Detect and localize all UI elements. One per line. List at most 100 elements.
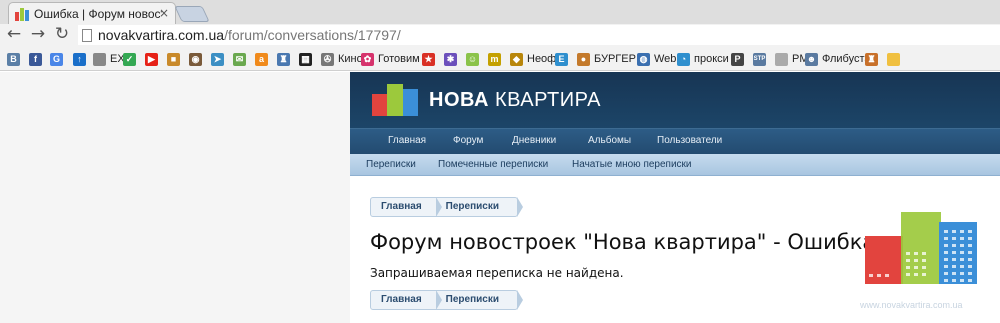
film-icon: ✇ (321, 52, 334, 66)
error-message: Запрашиваемая переписка не найдена. (370, 266, 624, 280)
castle-icon: ♜ (865, 52, 878, 66)
telegram-icon: ➤ (211, 52, 224, 66)
main-content: Главная Переписки Форум новостроек "Нова… (350, 177, 1000, 323)
bookmark-stp[interactable]: STP (753, 52, 766, 66)
forward-icon[interactable]: → (28, 24, 48, 46)
bookmark-m[interactable]: m (488, 52, 501, 66)
logo-buildings-icon[interactable] (372, 84, 420, 116)
globe-icon: ◍ (637, 52, 650, 66)
bookmark-cooking[interactable]: ✿ Готовим (361, 52, 420, 66)
browser-tab[interactable]: Ошибка | Форум новостр × (8, 2, 176, 24)
star-badge-icon: ★ (422, 52, 435, 66)
bookmark-label: БУРГЕР (594, 53, 636, 65)
bookmark-amazon[interactable]: a (255, 52, 268, 66)
bookmark-castle[interactable]: ♜ (865, 52, 878, 66)
bookmark-box[interactable]: ■ (167, 52, 180, 66)
bookmark-flibusta[interactable]: ☻ Флибуста (805, 52, 871, 66)
sub-nav: Переписки Помеченные переписки Начатые м… (350, 154, 1000, 176)
bookmark-youtube[interactable]: ▶ (145, 52, 158, 66)
stp-icon: STP (753, 52, 766, 66)
bookmark-label: Кино (338, 53, 363, 65)
bookmark-arrow-up[interactable]: ↑ (73, 52, 86, 66)
nav-forum[interactable]: Форум (453, 135, 483, 146)
vk-icon: В (7, 52, 20, 66)
bookmark-globe[interactable]: ◍ Web (637, 52, 676, 66)
buildings-illustration (865, 212, 980, 284)
page-icon (775, 52, 788, 66)
back-icon[interactable]: ← (4, 24, 24, 46)
nav-users[interactable]: Пользователи (657, 135, 722, 146)
flibusta-icon: ☻ (805, 52, 818, 66)
url-path: /forum/conversations/17797/ (224, 27, 401, 43)
bookmark-puzzle[interactable]: ✱ (444, 52, 457, 66)
new-tab-button[interactable] (174, 6, 210, 22)
site-watermark: www.novakvartira.com.ua (860, 300, 963, 310)
nav-home[interactable]: Главная (388, 135, 426, 146)
bookmark-elephant[interactable]: ♜ (277, 52, 290, 66)
bookmark-tv[interactable]: ▦ (299, 52, 312, 66)
breadcrumb: Главная Переписки (370, 197, 524, 217)
url-host: novakvartira.com.ua (98, 27, 225, 43)
browser-toolbar: ← → ↻ novakvartira.com.ua /forum/convers… (0, 24, 1000, 46)
bookmark-folder[interactable] (887, 52, 900, 66)
bookmark-translate[interactable]: G (50, 52, 63, 66)
bookmark-telegram[interactable]: ➤ (211, 52, 224, 66)
tab-close-icon[interactable]: × (159, 6, 169, 20)
proxy-icon: ◔ (677, 52, 690, 66)
bookmark-proxy[interactable]: ◔ прокси (677, 52, 729, 66)
android-icon: ☺ (466, 52, 479, 66)
bookmark-facebook[interactable]: f (29, 52, 42, 66)
puzzle-icon: ✱ (444, 52, 457, 66)
bookmark-film[interactable]: ✇ Кино (321, 52, 363, 66)
breadcrumb-home[interactable]: Главная (371, 197, 442, 217)
page-title: Форум новостроек "Нова квартира" - Ошибк… (370, 230, 876, 254)
bookmark-ex[interactable]: EX (93, 52, 125, 66)
p-icon: P (731, 52, 744, 66)
subnav-started-by-me[interactable]: Начатые мною переписки (572, 159, 692, 170)
site-logo[interactable]: НОВА КВАРТИРА (429, 89, 601, 112)
breadcrumb-home[interactable]: Главная (371, 290, 442, 310)
bookmark-mail[interactable]: ✉ (233, 52, 246, 66)
bookmark-label: прокси (694, 53, 729, 65)
folder-icon (887, 52, 900, 66)
bookmark-neof[interactable]: ◆ Неоф (510, 52, 556, 66)
maps-icon: ✓ (123, 52, 136, 66)
site-header: НОВА КВАРТИРА (350, 72, 1000, 128)
forum-page: НОВА КВАРТИРА Главная Форум Дневники Аль… (350, 72, 1000, 323)
bookmark-burger[interactable]: ● БУРГЕР (577, 52, 636, 66)
bookmark-evernote[interactable]: E (555, 52, 568, 66)
tab-title: Ошибка | Форум новостр (34, 6, 162, 21)
breadcrumb-conversations[interactable]: Переписки (436, 290, 524, 310)
bookmark-vk[interactable]: В (7, 52, 20, 66)
bookmark-label: Web (654, 53, 677, 65)
page-info-icon[interactable] (82, 28, 92, 42)
address-bar[interactable]: novakvartira.com.ua /forum/conversations… (78, 25, 1000, 45)
subnav-conversations[interactable]: Переписки (366, 159, 416, 170)
evernote-icon: E (555, 52, 568, 66)
page-background (0, 72, 350, 323)
bookmark-instagram[interactable]: ◉ (189, 52, 202, 66)
mail-icon: ✉ (233, 52, 246, 66)
bookmark-p[interactable]: P (731, 52, 744, 66)
nav-diaries[interactable]: Дневники (512, 135, 556, 146)
breadcrumb-conversations[interactable]: Переписки (436, 197, 524, 217)
logo-bold-text: НОВА (429, 89, 489, 111)
subnav-starred-conversations[interactable]: Помеченные переписки (438, 159, 548, 170)
nav-albums[interactable]: Альбомы (588, 135, 631, 146)
m-icon: m (488, 52, 501, 66)
arrow-up-icon: ↑ (73, 52, 86, 66)
bookmark-android[interactable]: ☺ (466, 52, 479, 66)
bookmark-label: Неоф (527, 53, 557, 65)
neof-icon: ◆ (510, 52, 523, 66)
tv-icon: ▦ (299, 52, 312, 66)
tab-strip: Ошибка | Форум новостр × (0, 0, 1000, 24)
box-icon: ■ (167, 52, 180, 66)
elephant-icon: ♜ (277, 52, 290, 66)
instagram-icon: ◉ (189, 52, 202, 66)
bookmark-label: Готовим (378, 53, 420, 65)
bookmark-page[interactable]: PM (775, 52, 809, 66)
reload-icon[interactable]: ↻ (52, 24, 72, 46)
bookmark-star-badge[interactable]: ★ (422, 52, 435, 66)
bookmark-maps[interactable]: ✓ (123, 52, 136, 66)
ex-icon (93, 52, 106, 66)
